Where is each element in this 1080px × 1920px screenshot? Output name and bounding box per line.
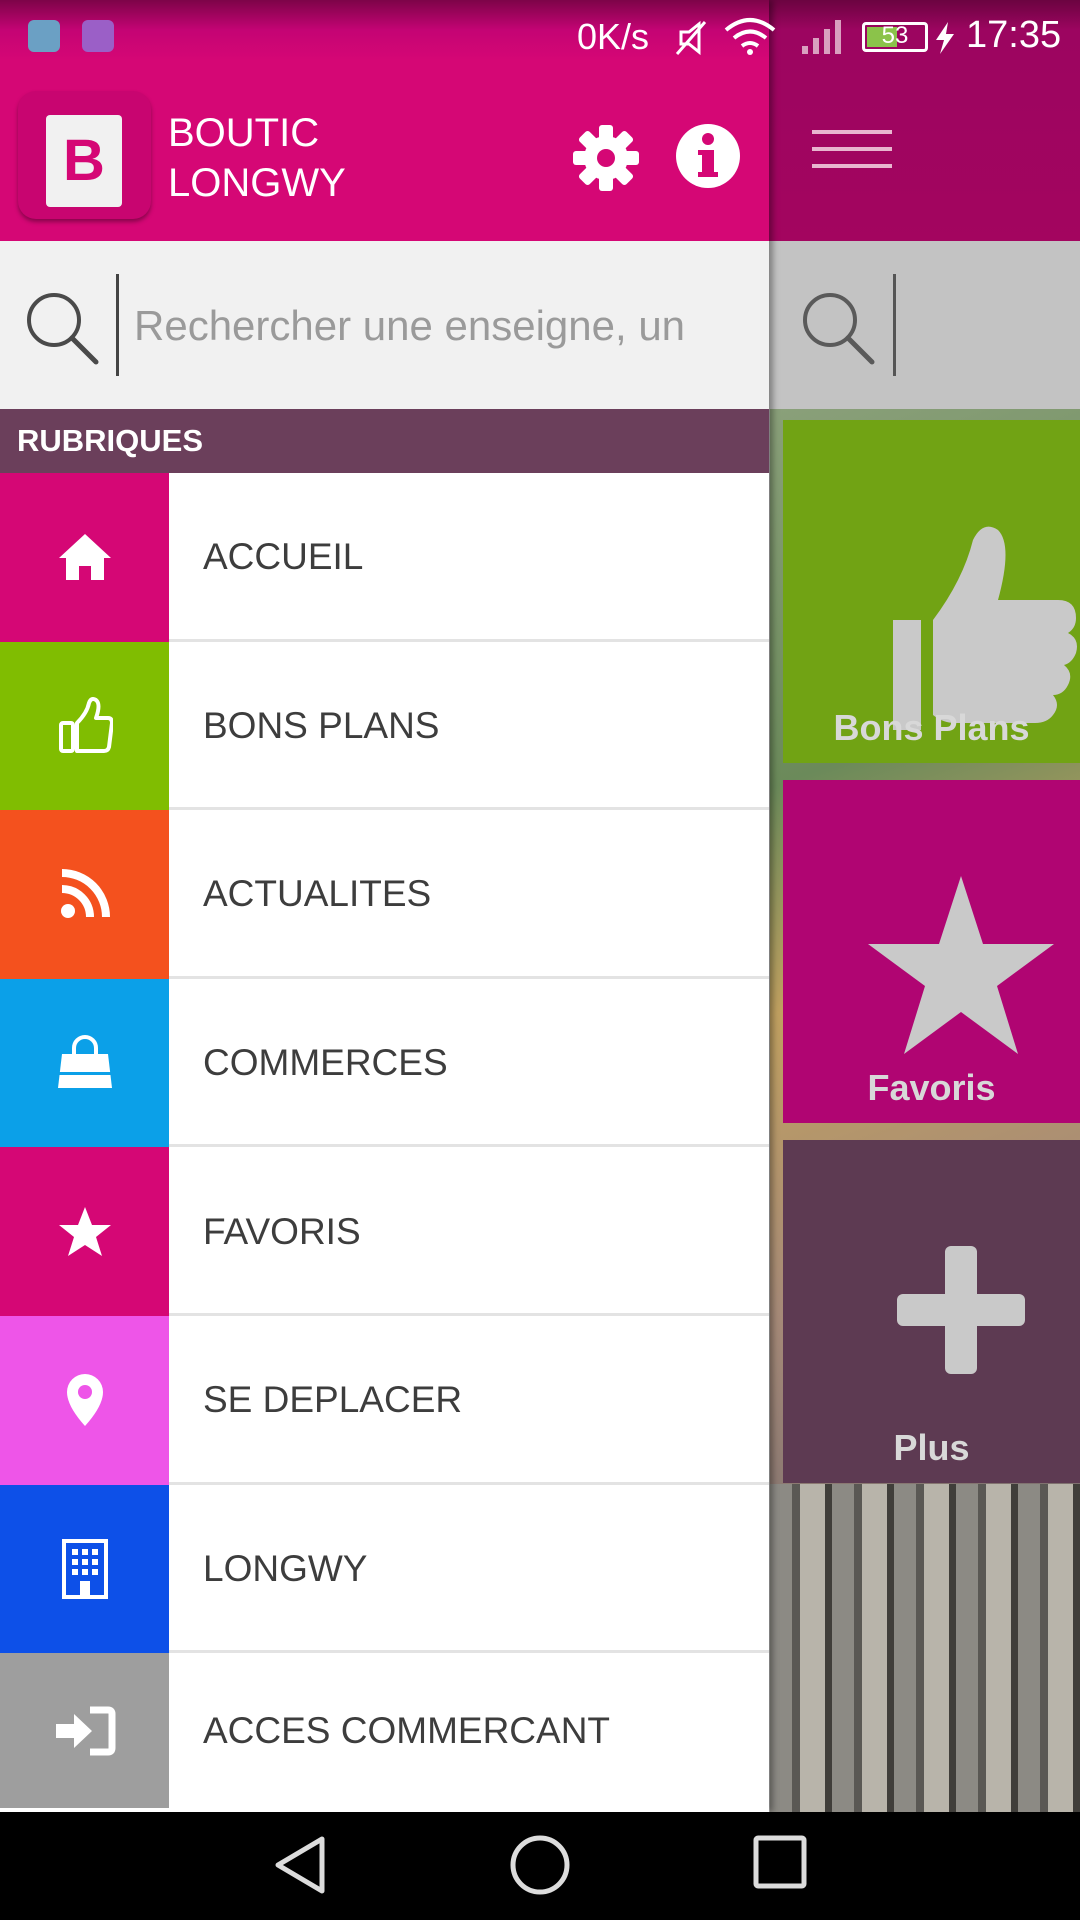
- shopping-bag-icon: [57, 1035, 112, 1089]
- menu-item-label: ACTUALITES: [203, 873, 432, 915]
- search-input[interactable]: [134, 296, 764, 356]
- thumbs-up-icon: [58, 696, 113, 753]
- map-pin-icon: [66, 1374, 103, 1427]
- app-title: BOUTIC LONGWY: [168, 108, 346, 208]
- background-building-photo: [770, 1484, 1080, 1812]
- menu-item-label: COMMERCES: [203, 1042, 448, 1084]
- clock: 17:35: [966, 14, 1062, 56]
- menu-item-acces-commercant[interactable]: ACCES COMMERCANT: [0, 1653, 769, 1809]
- menu-item-label: ACCUEIL: [203, 536, 364, 578]
- status-bar: 0K/s 53 17:35: [0, 0, 1080, 72]
- charging-icon: [936, 22, 954, 54]
- search-divider: [116, 274, 119, 376]
- recents-square-icon[interactable]: [752, 1834, 808, 1890]
- rss-icon: [60, 869, 110, 919]
- tile-bons-plans[interactable]: Bons Plans: [783, 420, 1080, 763]
- tile-favoris[interactable]: Favoris: [783, 780, 1080, 1123]
- tile-plus[interactable]: Plus: [783, 1140, 1080, 1483]
- menu-icon-box: [0, 641, 169, 811]
- menu-item-label: FAVORIS: [203, 1210, 361, 1252]
- app-title-line2: LONGWY: [168, 161, 346, 205]
- menu-icon-box: [0, 1484, 169, 1654]
- menu-item-se-deplacer[interactable]: SE DEPLACER: [0, 1315, 769, 1485]
- menu-item-accueil[interactable]: ACCUEIL: [0, 473, 769, 642]
- section-header: RUBRIQUES: [0, 409, 769, 473]
- star-icon: [58, 1206, 111, 1256]
- menu-item-commerces[interactable]: COMMERCES: [0, 978, 769, 1148]
- android-notification-icon: [28, 20, 60, 52]
- battery-level: 53: [881, 22, 909, 49]
- wifi-icon: [724, 18, 776, 55]
- info-icon[interactable]: [674, 122, 742, 190]
- logo-letter: B: [63, 128, 105, 193]
- menu-icon-box: [0, 978, 169, 1148]
- gallery-notification-icon: [82, 20, 114, 52]
- tile-bons-plans-label: Bons Plans: [833, 707, 1030, 748]
- home-circle-icon[interactable]: [509, 1834, 571, 1896]
- menu-item-label: BONS PLANS: [203, 704, 440, 746]
- background-search-caret: [893, 274, 896, 376]
- menu-item-favoris[interactable]: FAVORIS: [0, 1147, 769, 1316]
- search-icon: [27, 293, 99, 365]
- tile-plus-label: Plus: [893, 1427, 970, 1468]
- mute-icon: [675, 20, 707, 56]
- menu-item-label: LONGWY: [203, 1547, 368, 1589]
- signal-icon: [802, 20, 841, 54]
- drawer-menu: ACCUEIL BONS PLANS ACTUALITES COMMERCES …: [0, 473, 769, 1809]
- app-logo: B: [18, 91, 151, 219]
- hamburger-menu-icon[interactable]: [812, 130, 892, 186]
- menu-icon-box: [0, 1653, 169, 1809]
- background-search-icon: [803, 293, 875, 365]
- menu-icon-box: [0, 1315, 169, 1485]
- back-triangle-icon[interactable]: [272, 1834, 328, 1896]
- shopping-bag-logo-icon: B: [46, 115, 122, 207]
- settings-gear-icon[interactable]: [570, 122, 642, 194]
- app-title-line1: BOUTIC: [168, 111, 320, 155]
- sign-in-icon: [55, 1706, 115, 1756]
- menu-item-label: SE DEPLACER: [203, 1379, 463, 1421]
- menu-item-label: ACCES COMMERCANT: [203, 1709, 611, 1751]
- tile-favoris-label: Favoris: [867, 1067, 996, 1108]
- system-navigation-bar: [0, 1812, 1080, 1920]
- battery-icon: 53: [862, 22, 928, 52]
- menu-item-longwy[interactable]: LONGWY: [0, 1484, 769, 1654]
- menu-icon-box: [0, 810, 169, 979]
- menu-icon-box: [0, 473, 169, 642]
- menu-item-bons-plans[interactable]: BONS PLANS: [0, 641, 769, 811]
- network-speed: 0K/s: [577, 16, 650, 57]
- menu-icon-box: [0, 1147, 169, 1316]
- menu-item-actualites[interactable]: ACTUALITES: [0, 810, 769, 979]
- building-icon: [61, 1538, 108, 1599]
- home-icon: [58, 534, 111, 581]
- navigation-drawer: B BOUTIC LONGWY Rechercher une enseigne,…: [0, 0, 769, 1812]
